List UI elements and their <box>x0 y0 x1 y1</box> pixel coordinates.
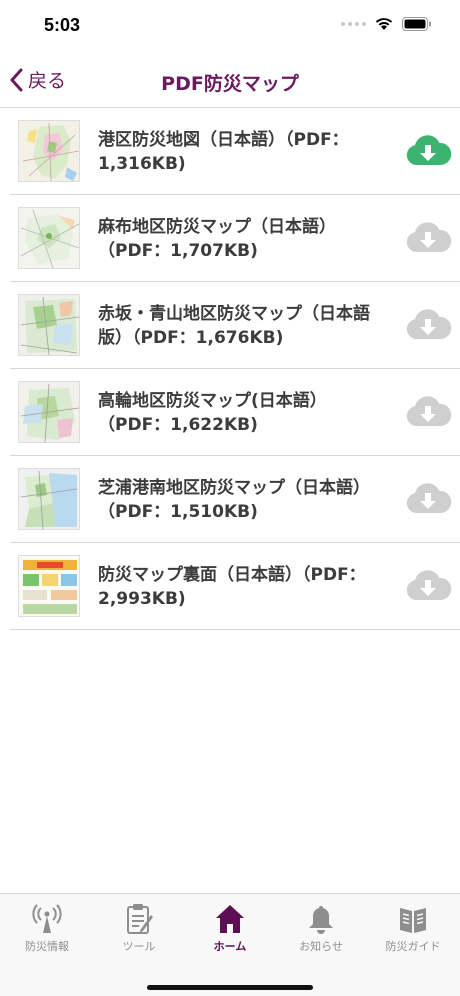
list-item[interactable]: 高輪地区防災マップ(日本語）（PDF：1,622KB) <box>10 369 460 456</box>
status-bar: 5:03 <box>0 0 460 52</box>
tab-disaster-info[interactable]: 防災情報 <box>1 902 93 958</box>
tab-label: ホーム <box>213 940 247 953</box>
clipboard-icon <box>127 904 153 934</box>
bell-icon <box>309 906 333 934</box>
list-item[interactable]: 赤坂・青山地区防災マップ（日本語版）（PDF：1,676KB) <box>10 282 460 369</box>
tab-label: お知らせ <box>299 940 343 953</box>
tab-disaster-guide[interactable]: 防災ガイド <box>367 902 459 958</box>
item-title: 芝浦港南地区防災マップ（日本語）（PDF：1,510KB) <box>98 478 370 522</box>
pdf-map-list: 港区防災地図（日本語）（PDF：1,316KB) 麻布地区防災マップ（日本語）（… <box>0 108 460 630</box>
guide-book-icon <box>400 908 426 933</box>
list-item[interactable]: 芝浦港南地区防災マップ（日本語）（PDF：1,510KB) <box>10 456 460 543</box>
item-title: 防災マップ裏面（日本語）（PDF：2,993KB) <box>98 565 366 609</box>
tab-label: ツール <box>122 940 156 953</box>
list-item[interactable]: 麻布地区防災マップ（日本語）（PDF：1,707KB) <box>10 195 460 282</box>
download-cloud-icon[interactable] <box>404 133 452 169</box>
list-item[interactable]: 港区防災地図（日本語）（PDF：1,316KB) <box>10 108 460 195</box>
tab-tools[interactable]: ツール <box>93 902 185 958</box>
download-cloud-icon[interactable] <box>404 220 452 256</box>
download-cloud-icon[interactable] <box>404 568 452 604</box>
tab-notices[interactable]: お知らせ <box>275 902 367 958</box>
navigation-bar: 戻る PDF防災マップ <box>0 52 460 108</box>
page-title: PDF防災マップ <box>161 73 299 95</box>
antenna-icon <box>32 904 62 933</box>
map-thumbnail <box>18 468 80 530</box>
item-title: 麻布地区防災マップ（日本語）（PDF：1,707KB) <box>98 217 336 261</box>
list-item[interactable]: 防災マップ裏面（日本語）（PDF：2,993KB) <box>10 543 460 630</box>
map-thumbnail <box>18 120 80 182</box>
battery-icon <box>402 16 431 31</box>
tab-bar: 防災情報 ツール ホーム お知らせ 防災ガイド <box>0 893 460 996</box>
tab-label: 防災情報 <box>25 940 69 953</box>
status-icons <box>341 16 432 31</box>
item-title: 港区防災地図（日本語）（PDF：1,316KB) <box>98 130 349 174</box>
signal-icon <box>341 21 366 26</box>
home-indicator <box>147 985 313 990</box>
home-icon <box>216 905 244 933</box>
wifi-icon <box>375 18 393 30</box>
tab-label: 防災ガイド <box>385 940 441 953</box>
tab-home[interactable]: ホーム <box>184 902 276 958</box>
item-title: 赤坂・青山地区防災マップ（日本語版）（PDF：1,676KB) <box>98 304 370 348</box>
map-thumbnail <box>18 207 80 269</box>
brochure-thumbnail <box>18 555 80 617</box>
map-thumbnail <box>18 381 80 443</box>
map-thumbnail <box>18 294 80 356</box>
download-cloud-icon[interactable] <box>404 481 452 517</box>
status-time: 5:03 <box>44 15 81 35</box>
download-cloud-icon[interactable] <box>404 394 452 430</box>
item-title: 高輪地区防災マップ(日本語）（PDF：1,622KB) <box>98 391 327 435</box>
download-cloud-icon[interactable] <box>404 307 452 343</box>
